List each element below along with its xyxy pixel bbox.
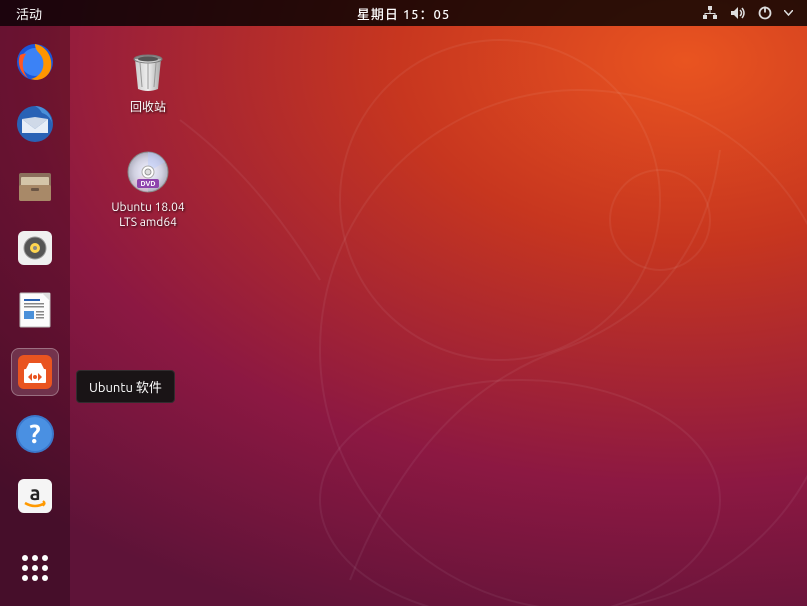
top-bar: 活动 星期日 15：05 <box>0 0 807 26</box>
dock-item-amazon[interactable]: a <box>11 472 59 520</box>
tooltip: Ubuntu 软件 <box>76 370 175 403</box>
dock: ? a <box>0 26 70 606</box>
network-icon <box>702 6 718 20</box>
trash-icon <box>124 48 172 96</box>
desktop-icon-label: 回收站 <box>108 100 188 115</box>
apps-grid-icon <box>22 555 48 581</box>
desktop-icon-trash[interactable]: 回收站 <box>108 48 188 115</box>
desktop-icon-disc[interactable]: DVD Ubuntu 18.04 LTS amd64 <box>108 148 188 230</box>
desktop-icon-label: Ubuntu 18.04 LTS amd64 <box>108 200 188 230</box>
dock-item-rhythmbox[interactable] <box>11 224 59 272</box>
chevron-down-icon <box>784 10 793 16</box>
svg-text:DVD: DVD <box>141 180 156 188</box>
desktop[interactable]: 回收站 DVD Ubuntu 18.04 LTS amd64 <box>70 26 807 606</box>
svg-text:a: a <box>30 481 41 504</box>
volume-icon <box>730 6 746 20</box>
dvd-icon: DVD <box>124 148 172 196</box>
clock[interactable]: 星期日 15：05 <box>357 4 450 23</box>
dock-item-files[interactable] <box>11 162 59 210</box>
svg-text:?: ? <box>29 419 40 448</box>
dock-item-firefox[interactable] <box>11 38 59 86</box>
power-icon <box>758 6 772 20</box>
system-menu[interactable] <box>702 6 799 20</box>
dock-item-writer[interactable] <box>11 286 59 334</box>
activities-button[interactable]: 活动 <box>8 4 50 23</box>
dock-item-help[interactable]: ? <box>11 410 59 458</box>
show-applications-button[interactable] <box>11 544 59 592</box>
dock-item-ubuntu-software[interactable] <box>11 348 59 396</box>
dock-item-thunderbird[interactable] <box>11 100 59 148</box>
